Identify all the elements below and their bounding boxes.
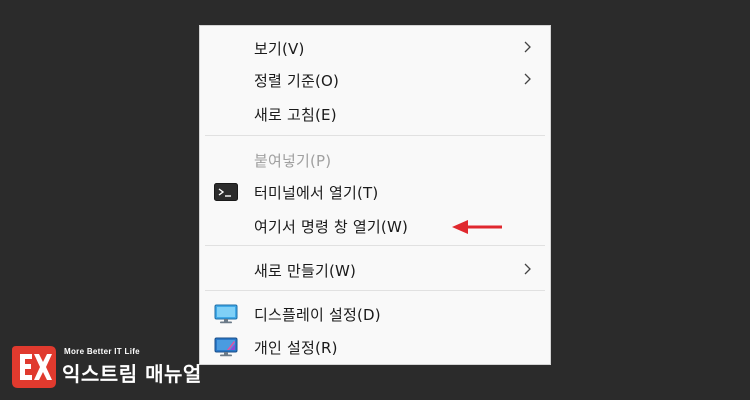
- menu-item-label: 새로 만들기(W): [254, 261, 357, 280]
- logo-badge-icon: [12, 346, 56, 388]
- chevron-right-icon: [524, 263, 531, 275]
- menu-separator: [205, 245, 545, 246]
- menu-item-label: 정렬 기준(O): [254, 71, 340, 90]
- menu-separator: [205, 135, 545, 136]
- chevron-right-icon: [524, 41, 531, 53]
- display-monitor-icon: [214, 304, 238, 324]
- menu-item-refresh[interactable]: 새로 고침(E): [200, 98, 550, 130]
- logo-tagline: More Better IT Life: [64, 347, 140, 356]
- menu-item-sort-by[interactable]: 정렬 기준(O): [200, 64, 550, 96]
- site-logo: More Better IT Life 익스트림 매뉴얼: [10, 342, 210, 394]
- menu-item-personalize[interactable]: 개인 설정(R): [200, 331, 550, 363]
- chevron-right-icon: [524, 73, 531, 85]
- menu-separator: [205, 290, 545, 291]
- menu-item-label: 보기(V): [254, 39, 305, 58]
- menu-item-label: 터미널에서 열기(T): [254, 183, 379, 202]
- menu-item-label: 붙여넣기(P): [254, 151, 332, 170]
- menu-item-label: 새로 고침(E): [254, 105, 337, 124]
- menu-item-paste[interactable]: 붙여넣기(P): [200, 144, 550, 176]
- menu-item-display-settings[interactable]: 디스플레이 설정(D): [200, 298, 550, 330]
- desktop-background[interactable]: 보기(V) 정렬 기준(O) 새로 고침(E) 붙여넣기(P) 터미널에서 열기…: [0, 0, 750, 400]
- menu-item-label: 여기서 명령 창 열기(W): [254, 217, 409, 236]
- terminal-icon: [214, 183, 238, 201]
- red-arrow-icon: [452, 220, 502, 234]
- menu-item-view[interactable]: 보기(V): [200, 32, 550, 64]
- context-menu: 보기(V) 정렬 기준(O) 새로 고침(E) 붙여넣기(P) 터미널에서 열기…: [199, 25, 551, 365]
- logo-name: 익스트림 매뉴얼: [62, 362, 202, 386]
- menu-item-label: 개인 설정(R): [254, 338, 338, 357]
- personalize-monitor-icon: [214, 337, 238, 357]
- menu-item-open-in-terminal[interactable]: 터미널에서 열기(T): [200, 176, 550, 208]
- menu-item-new[interactable]: 새로 만들기(W): [200, 254, 550, 286]
- menu-item-label: 디스플레이 설정(D): [254, 305, 381, 324]
